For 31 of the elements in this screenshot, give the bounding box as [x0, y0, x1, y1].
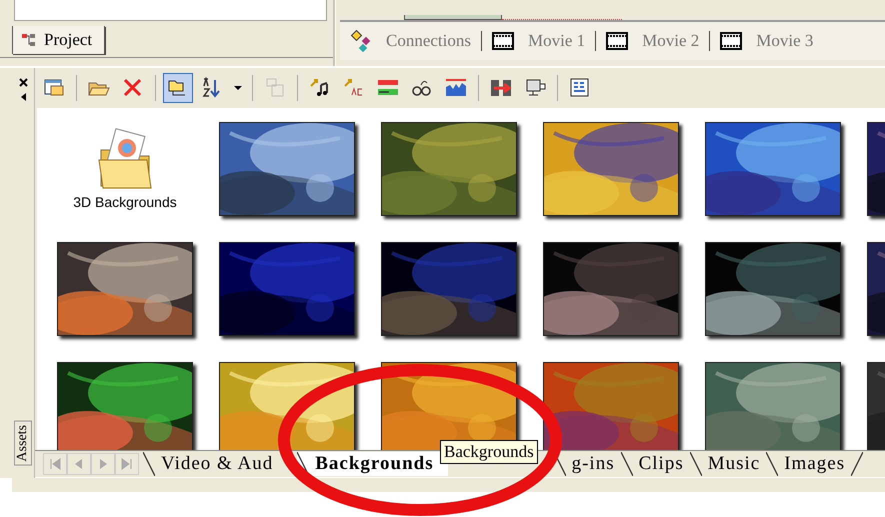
document-tab[interactable]: Movie 3: [720, 31, 824, 51]
film-icon: [720, 31, 742, 51]
toolbar-button[interactable]: [163, 73, 193, 103]
film-icon: [606, 31, 628, 51]
panel-title: Assets: [14, 421, 32, 466]
waveform-icon: [445, 77, 467, 99]
windows-icon: [264, 77, 286, 99]
music-note-icon: [309, 77, 331, 99]
document-tab[interactable]: Movie 1: [492, 31, 596, 51]
delete-icon: [122, 77, 144, 99]
caret-icon: [234, 86, 242, 90]
tab[interactable]: Project: [12, 26, 106, 54]
last-page-icon: [120, 457, 134, 471]
tab[interactable]: g-ins: [554, 452, 621, 476]
tab[interactable]: Video & Aud: [143, 452, 298, 476]
folder-label: 3D Backgrounds: [73, 194, 177, 210]
grid-icon: [569, 77, 591, 99]
folder-icon: [97, 126, 153, 190]
film-icon: [492, 31, 514, 51]
collapse-arrow-icon[interactable]: [20, 93, 26, 101]
first-page-icon: [48, 457, 62, 471]
document-tab[interactable]: Connections: [350, 30, 481, 52]
tab[interactable]: Music: [690, 452, 766, 476]
tab[interactable]: Images: [766, 452, 852, 476]
film-arrow-icon: [490, 77, 512, 99]
tooltip: Backgrounds: [440, 440, 538, 464]
connections-icon: [350, 30, 372, 52]
document-tab[interactable]: Movie 2: [606, 31, 710, 51]
tree-icon: [21, 32, 36, 48]
close-icon[interactable]: [18, 78, 28, 87]
tab[interactable]: Clips: [620, 452, 690, 476]
